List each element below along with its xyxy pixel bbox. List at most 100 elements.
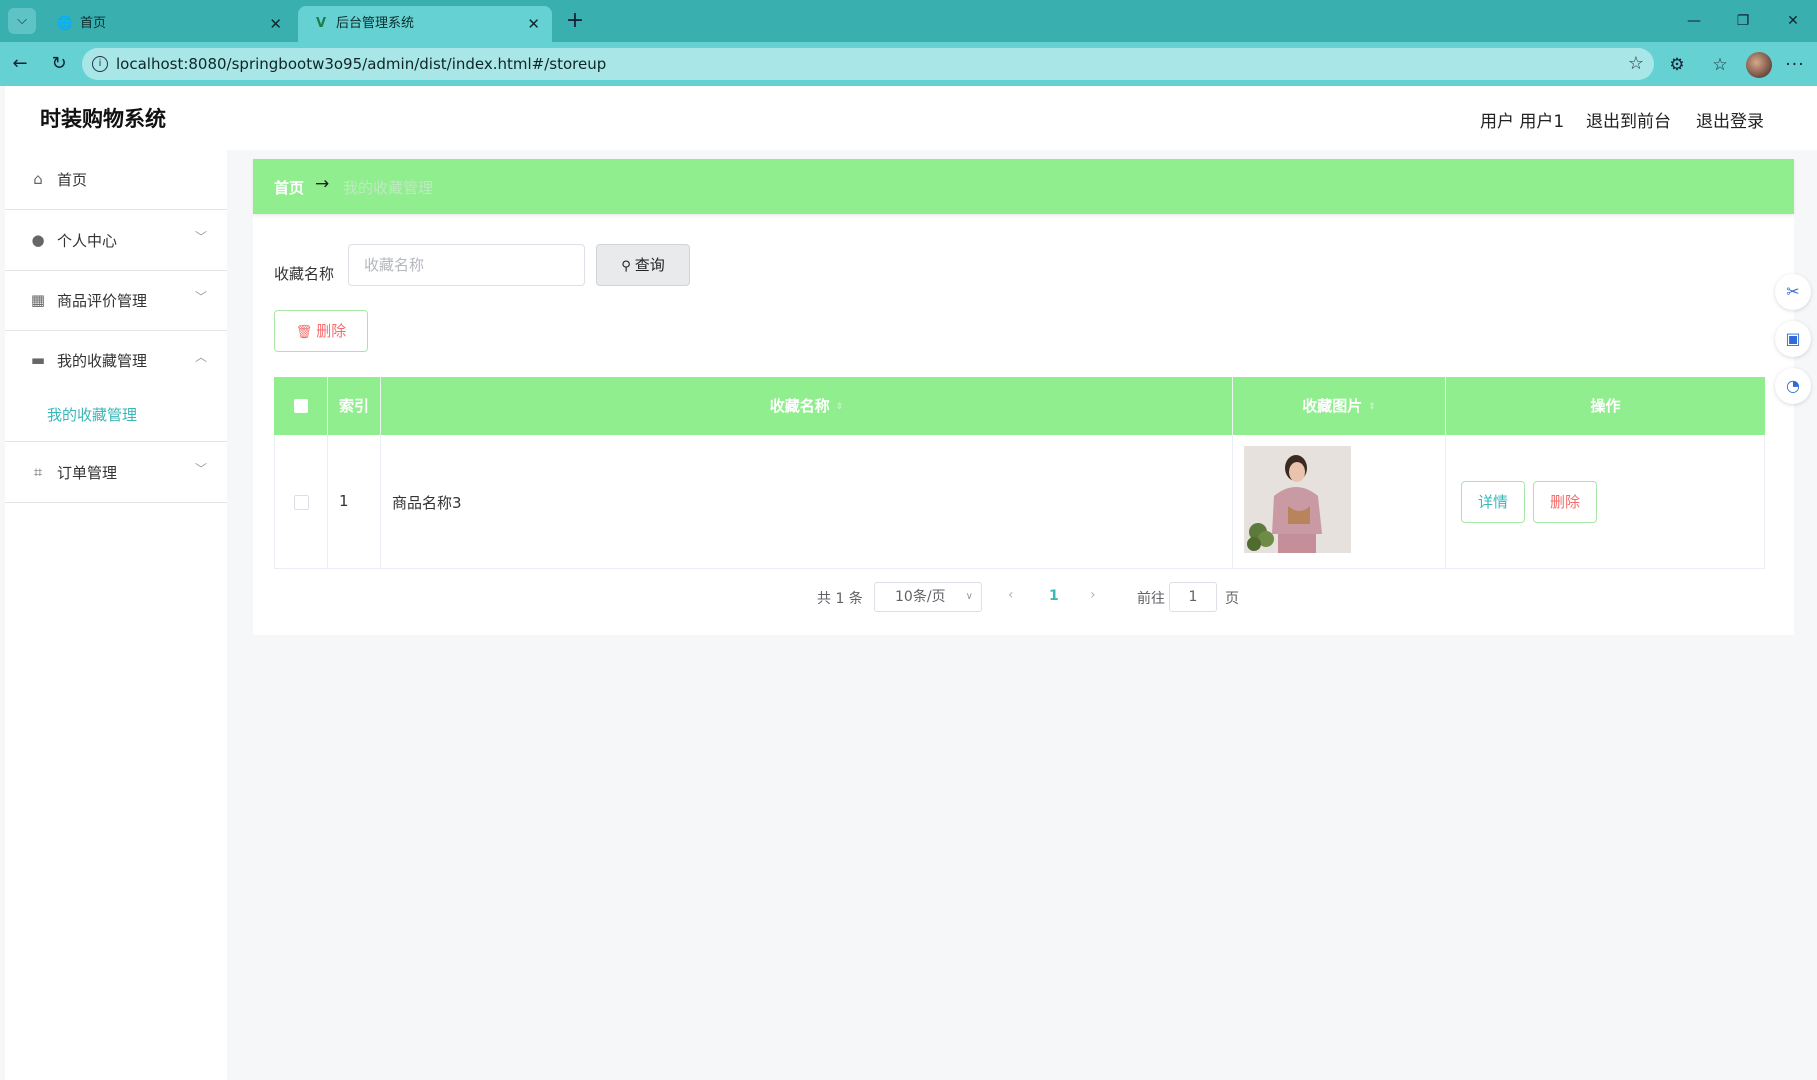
search-label: 收藏名称 [274, 265, 335, 283]
product-photo [1244, 446, 1351, 553]
pagination-total: 共 1 条 [817, 591, 863, 607]
app-header: 时装购物系统 用户 用户1 退出到前台 退出登录 [5, 86, 1817, 150]
sidebar-item-label: 首页 [57, 171, 88, 189]
url-text[interactable]: localhost:8080/springbootw3o95/admin/dis… [116, 48, 606, 80]
table-header: 索引 收藏名称 ⇕ 收藏图片 ⇕ 操作 [274, 377, 1765, 435]
search-input[interactable] [348, 244, 585, 286]
more-options-icon[interactable]: ··· [1784, 54, 1806, 76]
sidebar-item-favorites[interactable]: ▬ 我的收藏管理 ︿ [5, 331, 227, 391]
row-name: 商品名称3 [392, 494, 462, 512]
row-index: 1 [339, 492, 349, 510]
window-icon[interactable]: ▣ [1775, 321, 1811, 357]
tab-title: 后台管理系统 [336, 16, 415, 31]
sort-icon[interactable]: ⇕ [1368, 378, 1376, 436]
sidebar-subitem-favorites[interactable]: 我的收藏管理 [5, 386, 227, 442]
extensions-icon[interactable]: ⚙ [1666, 54, 1688, 76]
breadcrumb-home[interactable]: 首页 [274, 177, 304, 198]
row-image-cell [1233, 435, 1446, 569]
row-delete-button[interactable]: 删除 [1533, 481, 1597, 523]
sidebar-item-reviews[interactable]: ▦ 商品评价管理 ﹀ [5, 271, 227, 331]
page-size-value: 10条/页 [895, 589, 946, 605]
user-icon: ● [31, 231, 45, 249]
product-image[interactable] [1244, 446, 1351, 553]
sidebar-item-label: 个人中心 [57, 232, 118, 250]
header-ops: 操作 [1590, 397, 1621, 415]
vue-logo-icon: V [315, 16, 327, 31]
floating-toolbar: ✂ ▣ ◔ [1772, 274, 1817, 424]
row-index-cell: 1 [328, 435, 381, 569]
sidebar-item-profile[interactable]: ● 个人中心 ﹀ [5, 211, 227, 271]
goto-page-input[interactable] [1169, 582, 1217, 612]
sort-icon[interactable]: ⇕ [836, 378, 844, 436]
next-page-icon[interactable]: › [1090, 587, 1096, 603]
pagination: 共 1 条 10条/页 ∨ ‹ 1 › 前往 页 [253, 582, 1794, 612]
chevron-up-icon: ︿ [194, 350, 207, 364]
tab-actions-chevron-icon[interactable]: ⌵ [8, 8, 36, 34]
table-row: 1 商品名称3 详情 删除 [274, 435, 1765, 569]
current-user-label: 用户 用户1 [1480, 112, 1565, 132]
close-icon[interactable]: ✕ [269, 6, 282, 42]
app-title: 时装购物系统 [40, 107, 166, 131]
window-close-icon[interactable]: ✕ [1770, 6, 1816, 36]
sidebar-item-orders[interactable]: ⌗ 订单管理 ﹀ [5, 443, 227, 503]
exit-to-front-link[interactable]: 退出到前台 [1586, 107, 1671, 132]
crop-icon: ⌗ [33, 463, 43, 481]
reload-icon[interactable]: ↻ [45, 50, 73, 78]
chevron-down-icon: ﹀ [194, 462, 207, 476]
admin-page: 时装购物系统 用户 用户1 退出到前台 退出登录 ⌂ 首页 ● 个人中心 ﹀ ▦… [5, 86, 1817, 1080]
chevron-down-icon: ﹀ [194, 290, 207, 304]
chevron-down-icon: ∨ [965, 591, 973, 602]
close-icon[interactable]: ✕ [527, 6, 540, 42]
favorites-icon[interactable]: ☆ [1709, 54, 1731, 76]
header-select-all[interactable] [274, 377, 328, 435]
browser-tab-admin[interactable]: V 后台管理系统 ✕ [298, 6, 552, 42]
address-bar[interactable]: i localhost:8080/springbootw3o95/admin/d… [82, 48, 1654, 80]
profile-avatar[interactable] [1746, 52, 1772, 78]
header-image[interactable]: 收藏图片 ⇕ [1233, 377, 1446, 435]
search-button[interactable]: ⚲ 查询 [596, 244, 690, 286]
sidebar-subitem-label: 我的收藏管理 [47, 406, 138, 424]
browser-toolbar: ← ↻ i localhost:8080/springbootw3o95/adm… [0, 42, 1817, 86]
select-all-checkbox[interactable] [294, 399, 308, 413]
browser-tab-home[interactable]: 🌐 首页 ✕ [42, 6, 294, 42]
new-tab-plus-icon[interactable]: + [560, 6, 590, 36]
back-arrow-icon[interactable]: ← [6, 50, 34, 78]
sidebar-item-label: 订单管理 [57, 464, 118, 482]
sidebar-item-home[interactable]: ⌂ 首页 [5, 150, 227, 210]
restore-icon[interactable]: ❐ [1720, 6, 1766, 36]
breadcrumb: 首页 → 我的收藏管理 [253, 159, 1794, 214]
delete-button-label: 删除 [316, 322, 347, 340]
row-ops-cell: 详情 删除 [1446, 435, 1765, 569]
detail-button[interactable]: 详情 [1461, 481, 1525, 523]
tab-title: 首页 [80, 16, 107, 31]
trash-icon: 🗑 [295, 325, 313, 340]
row-checkbox[interactable] [294, 495, 309, 510]
header-image-label: 收藏图片 [1302, 397, 1363, 415]
grid-icon: ▦ [30, 291, 46, 309]
globe-icon: 🌐 [56, 16, 74, 31]
goto-label: 前往 [1137, 591, 1165, 607]
search-button-label: 查询 [634, 256, 665, 274]
prev-page-icon[interactable]: ‹ [1008, 587, 1014, 603]
page-size-select[interactable]: 10条/页 ∨ [874, 582, 982, 612]
briefcase-icon: ▬ [30, 351, 46, 369]
row-select[interactable] [274, 435, 328, 569]
info-icon[interactable]: i [92, 56, 108, 72]
logout-link[interactable]: 退出登录 [1696, 107, 1764, 132]
search-icon: ⚲ [621, 259, 631, 274]
batch-delete-button[interactable]: 🗑 删除 [274, 310, 368, 352]
header-name-label: 收藏名称 [769, 397, 830, 415]
row-name-cell: 商品名称3 [381, 435, 1233, 569]
favorite-star-icon[interactable]: ☆ [1628, 48, 1644, 80]
home-icon: ⌂ [33, 170, 43, 188]
page-number[interactable]: 1 [1049, 588, 1059, 604]
breadcrumb-current: 我的收藏管理 [343, 179, 434, 197]
sidebar-item-label: 商品评价管理 [57, 292, 148, 310]
header-name[interactable]: 收藏名称 ⇕ [381, 377, 1233, 435]
minimize-icon[interactable]: — [1671, 6, 1717, 36]
chevron-down-icon: ﹀ [194, 230, 207, 244]
breadcrumb-arrow-icon: → [315, 174, 330, 194]
page-unit-label: 页 [1225, 591, 1239, 607]
chat-icon[interactable]: ◔ [1775, 368, 1811, 404]
scissors-icon[interactable]: ✂ [1775, 274, 1811, 310]
